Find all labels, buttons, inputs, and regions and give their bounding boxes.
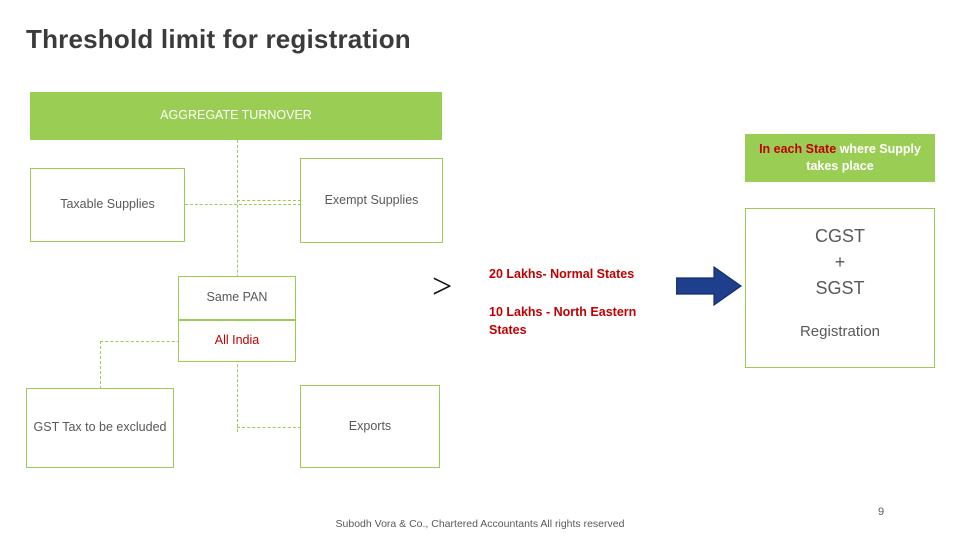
connector-taxable-supplies [185, 204, 301, 205]
plus-label: + [834, 252, 846, 273]
gst-excluded-label: GST Tax to be excluded [33, 420, 167, 435]
greater-than-symbol: > [432, 266, 453, 306]
taxable-supplies-label: Taxable Supplies [60, 197, 155, 212]
right-arrow-icon [675, 265, 743, 307]
threshold-north-eastern-states: 10 Lakhs - North Eastern States [489, 305, 637, 338]
sgst-label: SGST [815, 278, 865, 299]
connector-exempt-supplies [237, 200, 301, 201]
in-each-state-line: In each State where Supply takes place [745, 141, 935, 175]
same-pan-label: Same PAN [206, 290, 268, 305]
connector-exports [237, 427, 301, 428]
cgst-label: CGST [814, 226, 865, 246]
slide-canvas: Threshold limit for registration AGGREGA… [0, 0, 960, 540]
exempt-supplies-label: Exempt Supplies [324, 192, 419, 207]
aggregate-turnover-label: AGGREGATE TURNOVER [160, 108, 312, 123]
page-title: Threshold limit for registration [26, 24, 411, 54]
cgst-sgst-box: CGST + SGST Registration [745, 208, 935, 368]
connector-vertical-left [100, 341, 101, 389]
page-number: 9 [877, 506, 885, 518]
registration-label: Registration [799, 323, 881, 341]
exports-label: Exports [348, 418, 392, 433]
taxable-supplies-box: Taxable Supplies [30, 168, 185, 242]
in-each-state-strong: In each State [759, 142, 837, 157]
in-each-state-box: In each State where Supply takes place [745, 134, 935, 182]
gst-excluded-box: GST Tax to be excluded [26, 388, 174, 468]
connector-all-india [100, 341, 180, 342]
aggregate-turnover-box: AGGREGATE TURNOVER [30, 92, 442, 140]
all-india-label: All India [214, 333, 260, 348]
same-pan-box: Same PAN [178, 276, 296, 320]
exports-box: Exports [300, 385, 440, 468]
footer-copyright: Subodh Vora & Co., Chartered Accountants… [335, 518, 625, 530]
threshold-normal-states: 20 Lakhs- Normal States [489, 267, 635, 281]
all-india-box: All India [178, 320, 296, 362]
exempt-supplies-box: Exempt Supplies [300, 158, 443, 243]
